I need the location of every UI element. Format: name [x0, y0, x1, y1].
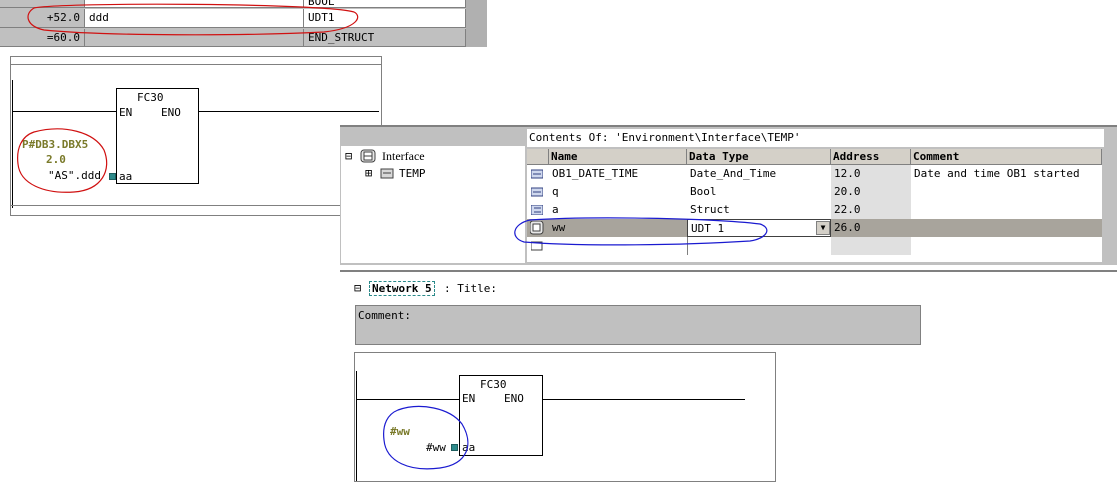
blue-annotation-ellipse	[514, 217, 768, 246]
param-label: aa	[119, 170, 133, 183]
comment-label: Comment:	[358, 309, 411, 322]
network-title[interactable]: : Title:	[444, 282, 497, 295]
expand-icon[interactable]: ⊟	[345, 149, 352, 163]
address-cell: 12.0	[831, 165, 911, 183]
column-header-address[interactable]: Address	[831, 149, 911, 165]
comment-cell[interactable]	[911, 219, 1102, 237]
fc30-block[interactable]: FC30 EN ENO aa	[116, 88, 199, 184]
interface-tree: ⊟ Interface ⊞ TEMP	[341, 146, 525, 263]
collapse-icon[interactable]: ⊟	[354, 281, 361, 295]
type-cell[interactable]: Bool	[687, 183, 831, 201]
red-annotation-circle	[17, 128, 108, 193]
eno-output-line	[199, 111, 379, 112]
table-scroll-edge	[466, 0, 487, 47]
power-rail-line	[356, 399, 460, 400]
variable-icon	[531, 187, 543, 197]
address-cell: 26.0	[831, 219, 911, 237]
comment-cell[interactable]: Date and time OB1 started	[911, 165, 1102, 183]
network-comment[interactable]: Comment:	[355, 305, 921, 345]
address-cell: 20.0	[831, 183, 911, 201]
red-annotation-ellipse	[27, 3, 359, 36]
chevron-down-icon[interactable]: ▼	[816, 221, 830, 235]
column-header-comment[interactable]: Comment	[911, 149, 1102, 165]
en-pin-label: EN	[119, 106, 133, 119]
folder-icon	[380, 168, 394, 179]
comment-cell[interactable]	[911, 237, 1102, 255]
table-row[interactable]: OB1_DATE_TIME Date_And_Time 12.0 Date an…	[527, 165, 1102, 183]
block-title: FC30	[480, 378, 507, 391]
comment-cell[interactable]	[911, 201, 1102, 219]
eno-pin-label: ENO	[504, 392, 524, 405]
eno-output-line	[543, 399, 745, 400]
column-header-name[interactable]: Name	[549, 149, 687, 165]
tree-child-label[interactable]: TEMP	[399, 167, 426, 180]
table-row[interactable]: q Bool 20.0	[527, 183, 1102, 201]
variable-icon	[531, 169, 543, 179]
name-cell[interactable]: OB1_DATE_TIME	[549, 165, 687, 183]
type-cell[interactable]: Date_And_Time	[687, 165, 831, 183]
comment-cell[interactable]	[911, 183, 1102, 201]
network-label[interactable]: Network 5	[369, 281, 435, 296]
blue-annotation-circle	[383, 405, 469, 470]
power-rail-line	[12, 111, 117, 112]
expand-icon[interactable]: ⊞	[365, 166, 372, 180]
column-header-type[interactable]: Data Type	[687, 149, 831, 165]
contents-title: Contents Of: 'Environment\Interface\TEMP…	[527, 129, 1104, 147]
tree-root-label[interactable]: Interface	[382, 149, 425, 164]
interface-icon	[360, 149, 376, 163]
name-cell[interactable]: q	[549, 183, 687, 201]
address-cell	[831, 237, 911, 255]
eno-pin-label: ENO	[161, 106, 181, 119]
struct-icon	[531, 205, 543, 215]
block-title: FC30	[137, 91, 164, 104]
address-cell: 22.0	[831, 201, 911, 219]
